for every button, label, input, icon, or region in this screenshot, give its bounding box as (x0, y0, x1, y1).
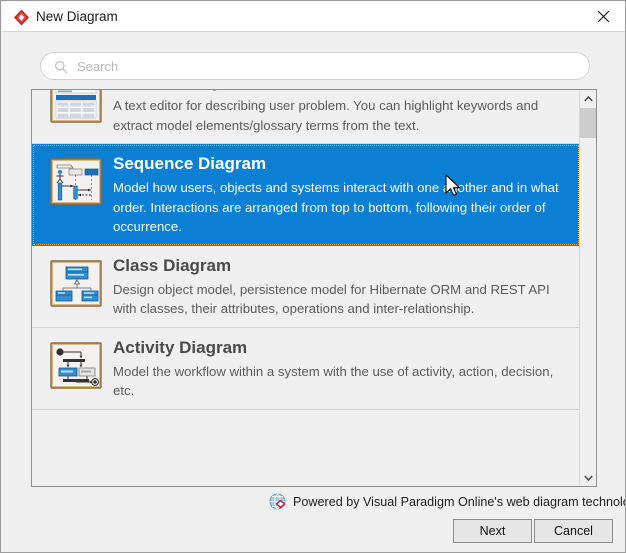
class-diagram-icon (49, 257, 103, 311)
list-item[interactable]: Class Diagram Design object model, persi… (32, 245, 580, 328)
cancel-button[interactable]: Cancel (534, 519, 613, 543)
next-button[interactable]: Next (453, 519, 532, 543)
window-title: New Diagram (36, 9, 118, 24)
vp-diamond-icon (13, 9, 30, 26)
search-area (2, 32, 625, 83)
powered-by-note: Powered by Visual Paradigm Online's web … (269, 491, 626, 513)
textual-analysis-icon (49, 90, 103, 127)
list-item-body: Textual Analysis A text editor for descr… (113, 90, 570, 135)
list-item[interactable]: Textual Analysis A text editor for descr… (32, 90, 580, 144)
close-button[interactable] (581, 2, 625, 31)
close-icon (597, 10, 610, 23)
list-item-title: Textual Analysis (113, 90, 570, 93)
list-item-body: Sequence Diagram Model how users, object… (113, 152, 570, 237)
vp-online-globe-icon (269, 493, 287, 511)
scrollbar-down-button[interactable] (580, 469, 596, 486)
list-item-description: Model how users, objects and systems int… (113, 180, 559, 234)
list-item[interactable]: Sequence Diagram Model how users, object… (32, 144, 580, 246)
list-scrollbar[interactable] (579, 90, 596, 486)
list-item-title: Sequence Diagram (113, 154, 267, 173)
list-inner: Textual Analysis A text editor for descr… (32, 90, 580, 410)
search-icon (54, 60, 68, 74)
list-viewport: Textual Analysis A text editor for descr… (32, 90, 580, 486)
sequence-diagram-icon (49, 155, 103, 209)
diagram-type-list: Textual Analysis A text editor for descr… (31, 89, 597, 487)
new-diagram-dialog: New Diagram Search A text editor for des… (0, 0, 626, 553)
scrollbar-thumb[interactable] (580, 108, 596, 138)
search-box[interactable] (40, 52, 590, 80)
chevron-down-icon (583, 474, 593, 481)
scrollbar-track[interactable] (580, 107, 596, 469)
list-item[interactable]: Activity Diagram Model the workflow with… (32, 327, 580, 410)
list-item-title: Activity Diagram (113, 337, 248, 357)
list-item-body: Activity Diagram Model the workflow with… (113, 336, 570, 401)
title-bar: New Diagram (2, 2, 625, 32)
search-input[interactable] (75, 53, 580, 79)
powered-by-text: Powered by Visual Paradigm Online's web … (293, 495, 626, 509)
scrollbar-up-button[interactable] (580, 90, 596, 107)
list-item-body: Class Diagram Design object model, persi… (113, 254, 570, 319)
activity-diagram-icon (49, 339, 103, 393)
list-item-description: A text editor for describing user proble… (113, 98, 539, 133)
list-item-description: Design object model, persistence model f… (113, 281, 550, 317)
list-item-description: Model the workflow within a system with … (113, 363, 554, 399)
chevron-up-icon (583, 95, 593, 102)
list-item-title: Class Diagram (113, 255, 232, 275)
